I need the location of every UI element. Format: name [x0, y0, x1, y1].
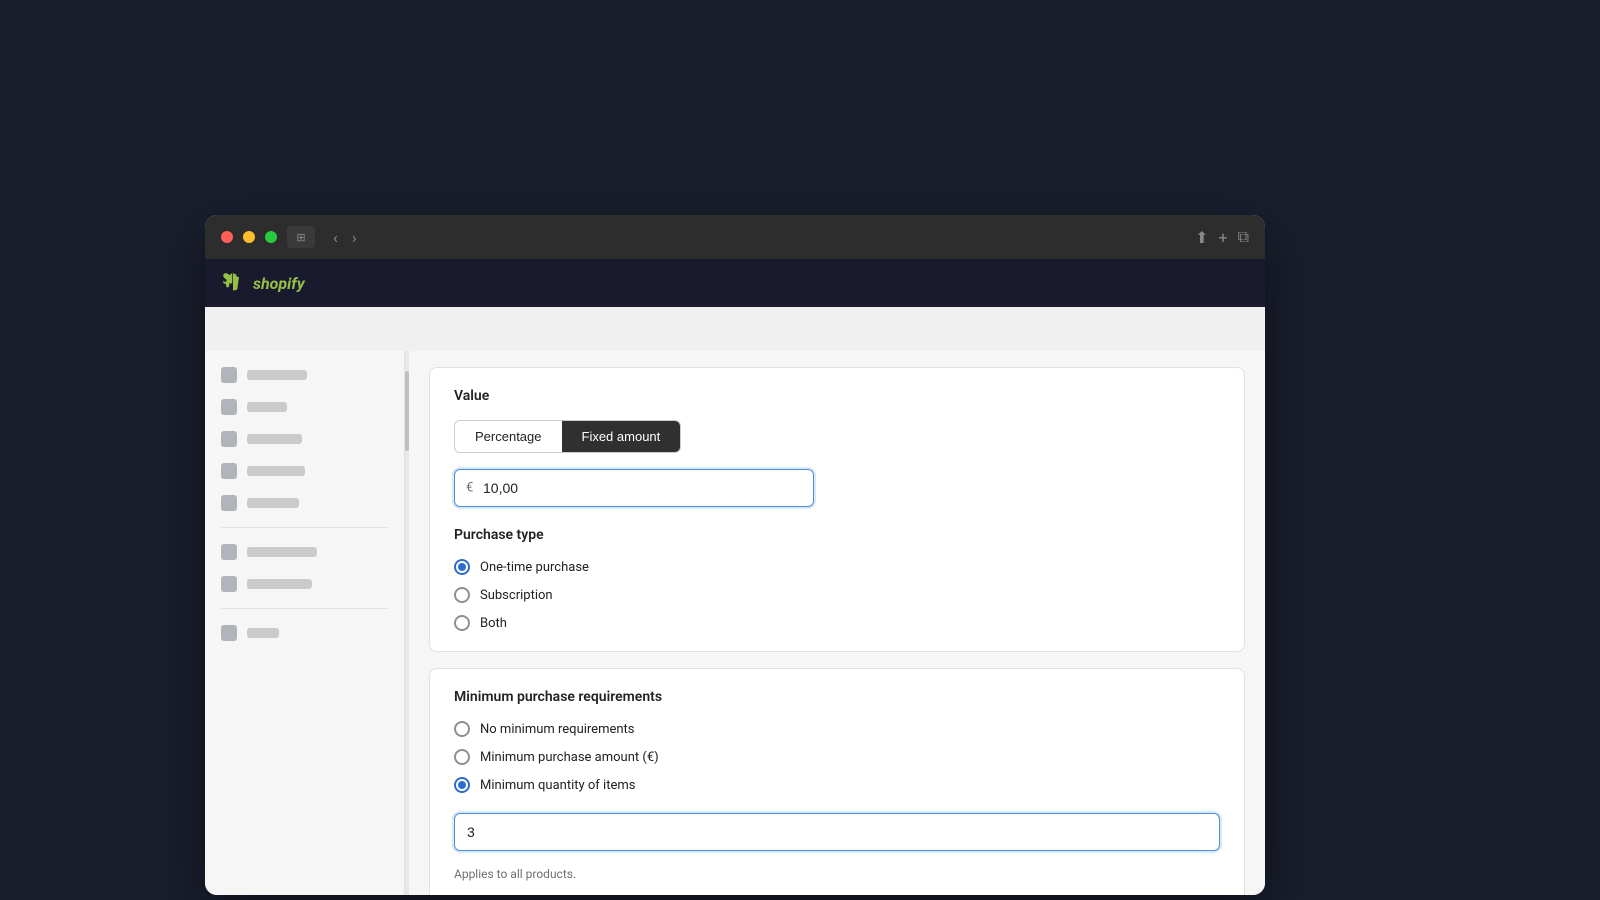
- sidebar-item-orders[interactable]: [205, 391, 404, 423]
- radio-no-minimum[interactable]: No minimum requirements: [454, 721, 1220, 737]
- radio-circle-subscription: [454, 587, 470, 603]
- minimum-purchase-title: Minimum purchase requirements: [454, 689, 1220, 705]
- minimum-purchase-card: Minimum purchase requirements No minimum…: [429, 668, 1245, 895]
- fixed-amount-tab[interactable]: Fixed amount: [562, 421, 681, 452]
- browser-dot-red: [221, 231, 233, 243]
- radio-inner-min-quantity: [458, 781, 466, 789]
- quantity-input[interactable]: [454, 813, 1220, 851]
- browser-dot-yellow: [243, 231, 255, 243]
- purchase-type-radio-group: One-time purchase Subscription Both: [454, 559, 1220, 631]
- minimum-purchase-content: No minimum requirements Minimum purchase…: [454, 721, 1220, 881]
- sidebar: [205, 351, 405, 895]
- sidebar-divider-2: [221, 608, 388, 609]
- radio-both[interactable]: Both: [454, 615, 1220, 631]
- browser-dot-green: [265, 231, 277, 243]
- sidebar-label-discounts: [247, 498, 299, 508]
- sidebar-icon-analytics: [221, 367, 237, 383]
- browser-back-btn[interactable]: ‹: [329, 228, 342, 247]
- sidebar-label-apps: [247, 628, 279, 638]
- percentage-tab[interactable]: Percentage: [455, 421, 562, 452]
- sidebar-label-analytics: [247, 370, 307, 380]
- browser-actions: ⬆ + ⧉: [1195, 227, 1249, 247]
- browser-nav: ‹ ›: [329, 228, 361, 247]
- sidebar-label-extra2: [247, 579, 312, 589]
- radio-label-min-amount: Minimum purchase amount (€): [480, 750, 659, 765]
- sidebar-item-apps[interactable]: [205, 617, 404, 649]
- scroll-track: [405, 351, 409, 895]
- sidebar-icon-apps: [221, 625, 237, 641]
- sidebar-item-extra1[interactable]: [205, 536, 404, 568]
- sidebar-icon-marketing: [221, 463, 237, 479]
- radio-min-quantity[interactable]: Minimum quantity of items: [454, 777, 1220, 793]
- value-input[interactable]: [454, 469, 814, 507]
- browser-window: ⊞ ‹ › ⬆ + ⧉ shopify: [205, 215, 1265, 895]
- radio-circle-both: [454, 615, 470, 631]
- browser-tab-btn[interactable]: ⊞: [287, 226, 315, 248]
- radio-label-one-time: One-time purchase: [480, 560, 589, 575]
- radio-label-subscription: Subscription: [480, 588, 553, 603]
- value-input-group: €: [454, 469, 1220, 507]
- browser-toolbar: ⊞ ‹ › ⬆ + ⧉: [205, 215, 1265, 259]
- sidebar-item-extra2[interactable]: [205, 568, 404, 600]
- sidebar-icon-orders: [221, 399, 237, 415]
- browser-add-tab-icon[interactable]: +: [1218, 228, 1227, 247]
- sidebar-icon-extra1: [221, 544, 237, 560]
- radio-circle-min-quantity: [454, 777, 470, 793]
- value-section-title: Value: [454, 388, 1220, 404]
- sidebar-item-analytics[interactable]: [205, 359, 404, 391]
- sidebar-item-marketing[interactable]: [205, 455, 404, 487]
- shopify-logo-svg: [221, 271, 245, 295]
- radio-circle-no-minimum: [454, 721, 470, 737]
- value-toggle-group: Percentage Fixed amount: [454, 420, 681, 453]
- radio-inner-one-time: [458, 563, 466, 571]
- sidebar-label-products: [247, 434, 302, 444]
- sidebar-icon-extra2: [221, 576, 237, 592]
- sidebar-divider: [221, 527, 388, 528]
- sidebar-item-products[interactable]: [205, 423, 404, 455]
- radio-subscription[interactable]: Subscription: [454, 587, 1220, 603]
- main-content: Value Percentage Fixed amount € Purchase…: [409, 351, 1265, 895]
- browser-share-icon[interactable]: ⬆: [1195, 228, 1208, 247]
- radio-circle-one-time: [454, 559, 470, 575]
- radio-label-both: Both: [480, 616, 507, 631]
- scroll-thumb: [405, 371, 409, 451]
- sidebar-item-discounts[interactable]: [205, 487, 404, 519]
- radio-label-no-minimum: No minimum requirements: [480, 722, 635, 737]
- browser-forward-btn[interactable]: ›: [348, 228, 361, 247]
- shopify-logo: shopify: [221, 271, 305, 295]
- sidebar-label-orders: [247, 402, 287, 412]
- radio-circle-min-amount: [454, 749, 470, 765]
- sidebar-label-marketing: [247, 466, 305, 476]
- radio-one-time[interactable]: One-time purchase: [454, 559, 1220, 575]
- shopify-topbar: shopify: [205, 259, 1265, 307]
- shopify-brand-name: shopify: [253, 274, 305, 293]
- helper-text-products: Applies to all products.: [454, 867, 1220, 881]
- sidebar-label-extra1: [247, 547, 317, 557]
- sidebar-icon-products: [221, 431, 237, 447]
- browser-tabs-icon[interactable]: ⧉: [1238, 227, 1249, 247]
- purchase-type-title: Purchase type: [454, 527, 1220, 543]
- sidebar-icon-discounts: [221, 495, 237, 511]
- radio-min-purchase-amount[interactable]: Minimum purchase amount (€): [454, 749, 1220, 765]
- value-card: Value Percentage Fixed amount € Purchase…: [429, 367, 1245, 652]
- radio-label-min-quantity: Minimum quantity of items: [480, 778, 635, 793]
- currency-prefix: €: [466, 481, 473, 496]
